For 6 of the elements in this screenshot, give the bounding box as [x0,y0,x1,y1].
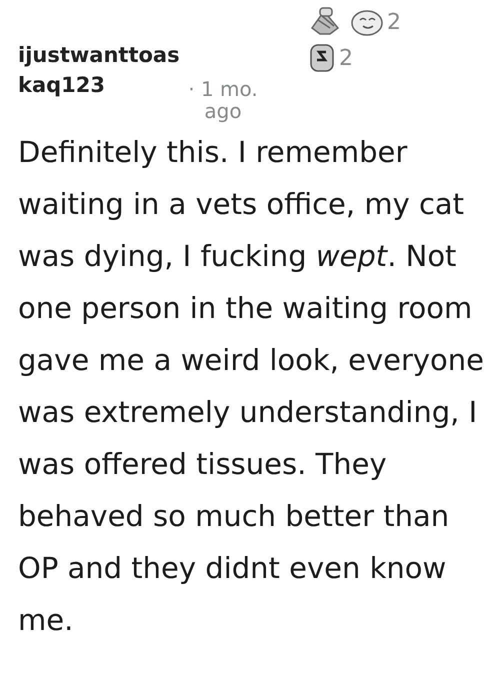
username[interactable]: ijustwanttoaskaq123 [18,40,188,100]
comment-text: Definitely this. I remember waiting in a vets office, my cat was dying, I fucking wept. Not one person in the waiting room gave me a weird look, everyone was extremely understanding, I was offered tissues. They behaved so much better than OP and they didnt even know me. [18,134,486,639]
award-count: 2 [387,10,401,34]
award-count: 2 [339,46,353,70]
coin-icon [308,42,336,74]
timestamp: · 1 mo. ago [188,78,258,122]
